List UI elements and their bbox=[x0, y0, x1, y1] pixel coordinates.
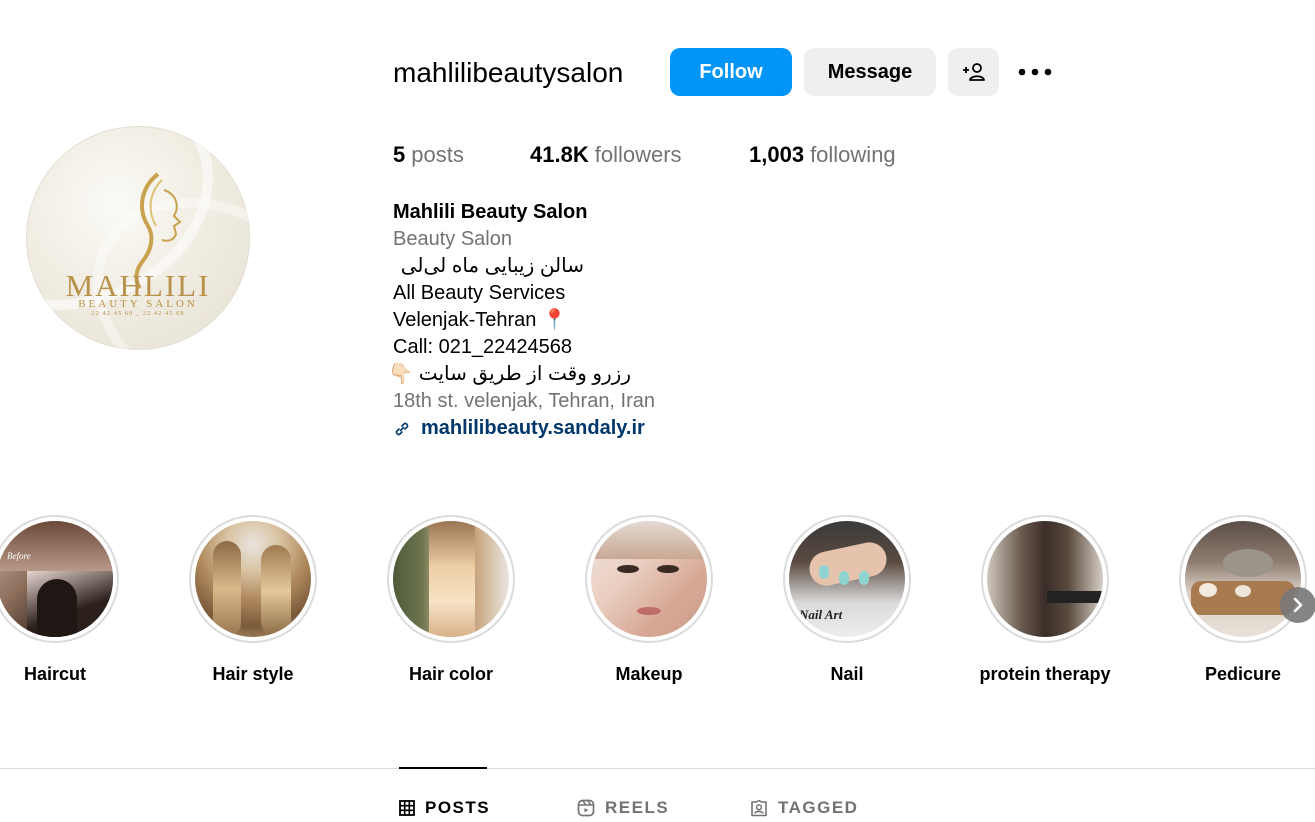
tab-posts[interactable]: POSTS bbox=[399, 797, 490, 819]
highlight-ring: Before bbox=[0, 515, 119, 643]
tab-tagged[interactable]: TAGGED bbox=[750, 797, 858, 819]
highlight-thumbnail bbox=[195, 521, 311, 637]
tagged-icon bbox=[751, 799, 767, 817]
highlight-makeup[interactable]: Makeup bbox=[583, 515, 715, 685]
bio-call: Call: 021_22424568 bbox=[393, 336, 573, 358]
tabs-divider bbox=[0, 768, 1315, 769]
stat-label: following bbox=[810, 142, 896, 167]
tab-reels[interactable]: REELS bbox=[577, 797, 669, 819]
bio-location: Velenjak-Tehran 📍 bbox=[393, 309, 567, 331]
highlight-label: Pedicure bbox=[1204, 664, 1282, 684]
highlight-thumbnail bbox=[393, 521, 509, 637]
highlight-thumbnail bbox=[591, 521, 707, 637]
highlight-ring bbox=[387, 515, 515, 643]
highlight-label: Makeup bbox=[615, 664, 683, 684]
highlight-label: Hair color bbox=[408, 664, 494, 684]
avatar-subtitle-text: BEAUTY SALON bbox=[78, 298, 198, 310]
avatar-phones-text: 22 42 45 69 _ 22 42 45 68 bbox=[91, 310, 185, 317]
follow-button[interactable]: Follow bbox=[670, 48, 792, 96]
chevron-right-icon bbox=[1293, 597, 1303, 613]
highlight-ring bbox=[585, 515, 713, 643]
bio-booking-persian: رزرو وقت از طریق سایت 👇🏻 bbox=[388, 363, 631, 385]
reels-icon bbox=[577, 799, 595, 817]
grid-icon bbox=[399, 800, 415, 816]
highlight-label: Haircut bbox=[23, 664, 86, 684]
highlight-ring bbox=[1179, 515, 1307, 643]
stat-value: 5 bbox=[393, 142, 406, 167]
bio-display-name: Mahlili Beauty Salon bbox=[393, 201, 588, 223]
highlight-haircut[interactable]: Before Haircut bbox=[0, 515, 121, 685]
thumbnail-caption: Before bbox=[7, 551, 31, 561]
highlight-protein-therapy[interactable]: protein therapy bbox=[979, 515, 1111, 685]
profile-bio: Mahlili Beauty Salon Beauty Salon سالن ز… bbox=[388, 199, 813, 442]
active-tab-indicator bbox=[399, 767, 487, 769]
bio-line-persian: سالن زیبایی ماه لی‌لی bbox=[400, 255, 584, 277]
highlight-thumbnail bbox=[1185, 521, 1301, 637]
add-user-icon bbox=[962, 63, 985, 81]
highlight-label: protein therapy bbox=[979, 664, 1111, 684]
highlight-ring bbox=[189, 515, 317, 643]
highlight-ring: Nail Art bbox=[783, 515, 911, 643]
thumbnail-caption: Nail Art bbox=[799, 607, 843, 622]
highlight-label: Hair style bbox=[212, 664, 294, 684]
highlight-thumbnail bbox=[987, 521, 1103, 637]
highlight-hair-style[interactable]: Hair style bbox=[187, 515, 319, 685]
highlight-label: Nail bbox=[830, 664, 864, 684]
bio-services: All Beauty Services bbox=[393, 282, 566, 304]
stat-followers[interactable]: 41.8K followers bbox=[530, 140, 682, 170]
stat-following[interactable]: 1,003 following bbox=[749, 140, 896, 170]
stat-value: 41.8K bbox=[530, 142, 589, 167]
stat-posts[interactable]: 5 posts bbox=[393, 140, 464, 170]
bio-external-link[interactable]: mahlilibeauty.sandaly.ir bbox=[393, 415, 813, 442]
link-icon bbox=[395, 422, 409, 435]
tab-label: POSTS bbox=[425, 798, 491, 817]
tab-label: TAGGED bbox=[778, 798, 859, 817]
message-button[interactable]: Message bbox=[804, 48, 936, 96]
highlight-thumbnail: Nail Art bbox=[789, 521, 905, 637]
more-options-button[interactable] bbox=[1012, 54, 1058, 90]
profile-avatar[interactable]: MAHLILI BEAUTY SALON 22 42 45 69 _ 22 42… bbox=[26, 126, 250, 350]
highlight-hair-color[interactable]: Hair color bbox=[385, 515, 517, 685]
highlights-next-button[interactable] bbox=[1280, 587, 1315, 623]
stat-label: followers bbox=[594, 142, 682, 167]
suggest-user-button[interactable] bbox=[948, 48, 999, 96]
highlight-thumbnail: Before bbox=[0, 521, 113, 637]
tab-label: REELS bbox=[605, 798, 670, 817]
bio-category: Beauty Salon bbox=[393, 228, 512, 250]
bio-link-text: mahlilibeauty.sandaly.ir bbox=[421, 417, 645, 439]
stat-label: posts bbox=[411, 142, 464, 167]
more-horizontal-icon bbox=[1018, 68, 1052, 76]
highlight-ring bbox=[981, 515, 1109, 643]
bio-address[interactable]: 18th st. velenjak, Tehran, Iran bbox=[393, 388, 813, 415]
highlight-nail[interactable]: Nail Art Nail bbox=[781, 515, 913, 685]
profile-username: mahlilibeautysalon bbox=[393, 57, 624, 88]
stat-value: 1,003 bbox=[749, 142, 805, 167]
